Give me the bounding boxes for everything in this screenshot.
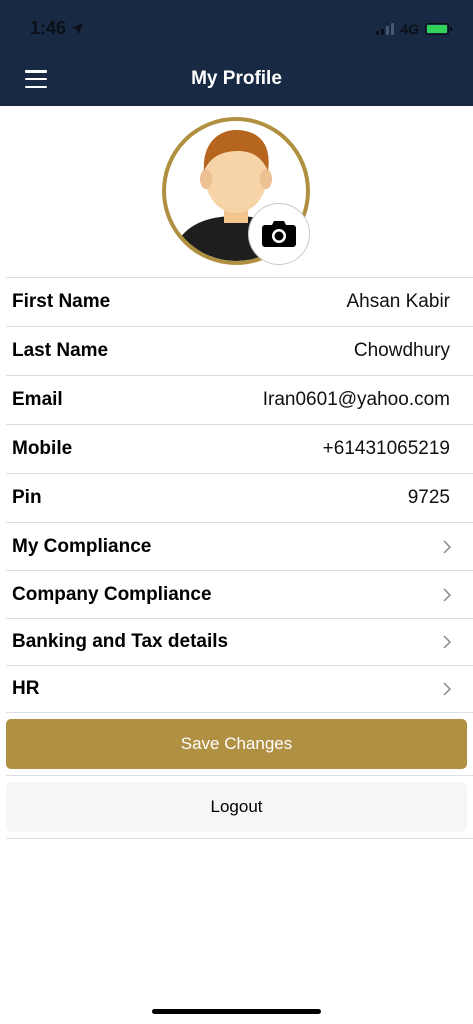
nav-item-my-compliance[interactable]: My Compliance — [6, 522, 473, 570]
profile-field-last-name[interactable]: Last Name Chowdhury — [6, 326, 473, 375]
nav-item-label: Banking and Tax details — [12, 631, 229, 652]
profile-avatar-container — [162, 117, 310, 265]
field-label: Mobile — [12, 438, 73, 459]
nav-item-banking-tax[interactable]: Banking and Tax details — [6, 618, 473, 665]
profile-field-pin[interactable]: Pin 9725 — [6, 473, 473, 522]
field-label: Email — [12, 389, 63, 410]
status-bar: 1:46 4G — [0, 0, 473, 56]
change-photo-button[interactable] — [248, 203, 310, 265]
profile-field-first-name[interactable]: First Name Ahsan Kabir — [6, 277, 473, 326]
profile-field-mobile[interactable]: Mobile +61431065219 — [6, 424, 473, 473]
nav-item-company-compliance[interactable]: Company Compliance — [6, 570, 473, 618]
network-label: 4G — [400, 21, 419, 37]
field-value[interactable]: 9725 — [408, 487, 450, 509]
status-indicators: 4G — [376, 20, 452, 38]
chevron-right-icon — [443, 539, 452, 554]
logout-button[interactable]: Logout — [6, 782, 467, 832]
location-arrow-icon — [71, 22, 84, 35]
chevron-right-icon — [443, 587, 452, 602]
divider — [6, 775, 473, 776]
status-time: 1:46 — [30, 18, 84, 39]
page-title: My Profile — [191, 68, 282, 89]
field-label: First Name — [12, 291, 111, 312]
field-value[interactable]: Chowdhury — [354, 340, 450, 362]
profile-field-email[interactable]: Email Iran0601@yahoo.com — [6, 375, 473, 424]
field-label: Pin — [12, 487, 42, 508]
camera-icon — [262, 221, 296, 247]
app-header: 1:46 4G My Profile — [0, 0, 473, 106]
field-value[interactable]: Iran0601@yahoo.com — [263, 389, 450, 411]
home-indicator[interactable] — [152, 1009, 321, 1014]
nav-item-label: My Compliance — [12, 535, 152, 557]
nav-item-label: Company Compliance — [12, 583, 212, 605]
field-label: Last Name — [12, 340, 109, 361]
chevron-right-icon — [443, 682, 452, 696]
signal-icon — [376, 23, 395, 35]
field-value[interactable]: +61431065219 — [323, 438, 450, 460]
battery-icon — [425, 23, 452, 35]
chevron-right-icon — [443, 635, 452, 649]
nav-item-label: HR — [12, 678, 40, 699]
status-time-text: 1:46 — [30, 18, 67, 38]
nav-item-hr[interactable]: HR — [6, 665, 473, 713]
field-value[interactable]: Ahsan Kabir — [346, 291, 450, 313]
save-changes-button[interactable]: Save Changes — [6, 719, 467, 769]
divider — [6, 838, 473, 839]
